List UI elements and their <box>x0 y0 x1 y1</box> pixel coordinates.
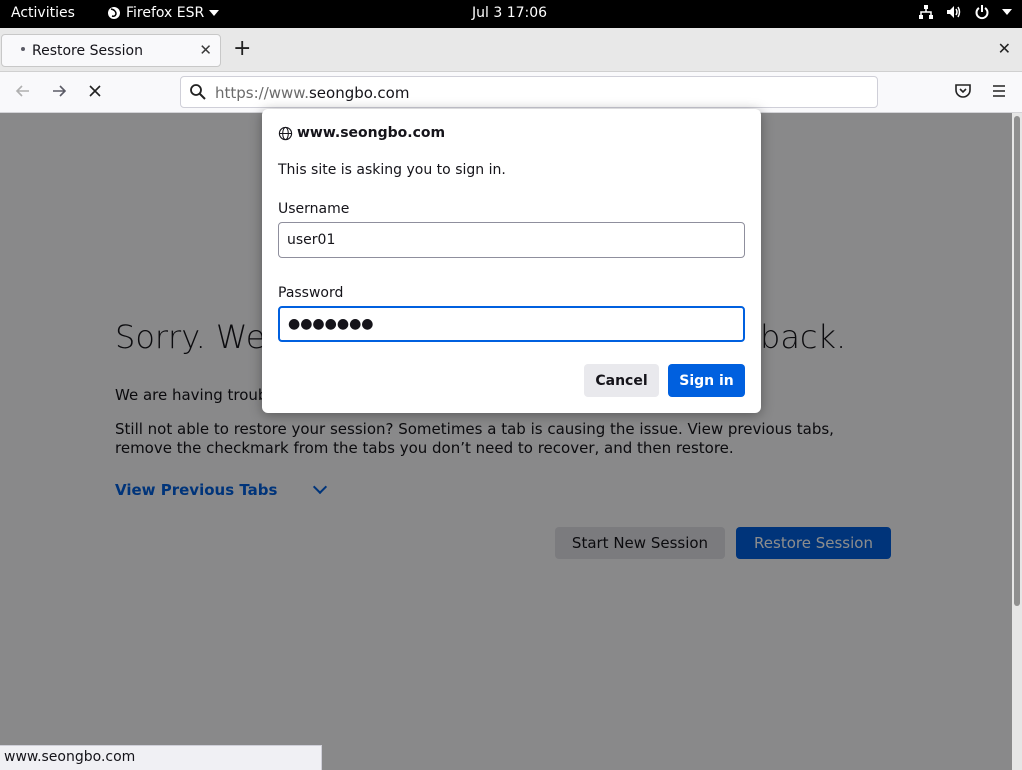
clock[interactable]: Jul 3 17:06 <box>472 5 547 21</box>
app-name: Firefox ESR <box>126 5 205 21</box>
search-icon <box>190 84 206 100</box>
tab-label: Restore Session <box>32 43 143 59</box>
dialog-origin-text: www.seongbo.com <box>297 125 446 141</box>
username-field[interactable] <box>278 222 745 258</box>
url-text: https://www.seongbo.com <box>215 84 409 102</box>
navigation-toolbar: https://www.seongbo.com <box>0 72 1022 113</box>
globe-icon <box>278 126 293 140</box>
app-menu-dropdown-icon <box>209 10 220 16</box>
back-button[interactable] <box>14 82 32 100</box>
page-scrollbar[interactable] <box>1012 113 1022 770</box>
url-scheme: https://www. <box>215 84 309 102</box>
url-host: seongbo.com <box>308 84 410 102</box>
password-field[interactable] <box>278 306 745 342</box>
hamburger-menu-icon[interactable] <box>990 82 1008 100</box>
cancel-button[interactable]: Cancel <box>584 364 659 397</box>
power-icon <box>975 5 989 20</box>
scrollbar-thumb[interactable] <box>1014 116 1020 606</box>
username-label: Username <box>278 201 350 217</box>
network-icon <box>919 5 933 19</box>
app-menu[interactable]: Firefox ESR <box>107 5 220 21</box>
window-close-icon[interactable]: ✕ <box>998 39 1011 58</box>
volume-icon <box>947 6 961 18</box>
tab-restore-session[interactable]: Restore Session ✕ <box>1 34 221 67</box>
dialog-message: This site is asking you to sign in. <box>278 162 506 178</box>
activities-button[interactable]: Activities <box>11 5 75 21</box>
tab-strip: Restore Session ✕ + ✕ <box>0 28 1022 72</box>
tab-close-icon[interactable]: ✕ <box>199 41 212 59</box>
password-label: Password <box>278 285 344 301</box>
sign-in-button[interactable]: Sign in <box>668 364 745 397</box>
status-bar: www.seongbo.com <box>0 745 322 770</box>
system-menu-dropdown-icon <box>1002 9 1012 15</box>
system-tray[interactable] <box>918 4 1012 20</box>
system-top-bar: Activities Firefox ESR Jul 3 17:06 <box>0 0 1022 28</box>
new-tab-button[interactable]: + <box>233 37 251 61</box>
url-bar[interactable]: https://www.seongbo.com <box>180 76 878 108</box>
forward-button[interactable] <box>50 82 68 100</box>
loading-dot-icon <box>21 47 25 51</box>
dialog-origin: www.seongbo.com <box>278 125 445 141</box>
firefox-icon <box>108 7 120 19</box>
pocket-icon[interactable] <box>954 82 972 100</box>
sign-in-dialog: www.seongbo.com This site is asking you … <box>262 109 761 413</box>
stop-loading-button[interactable] <box>86 82 104 100</box>
